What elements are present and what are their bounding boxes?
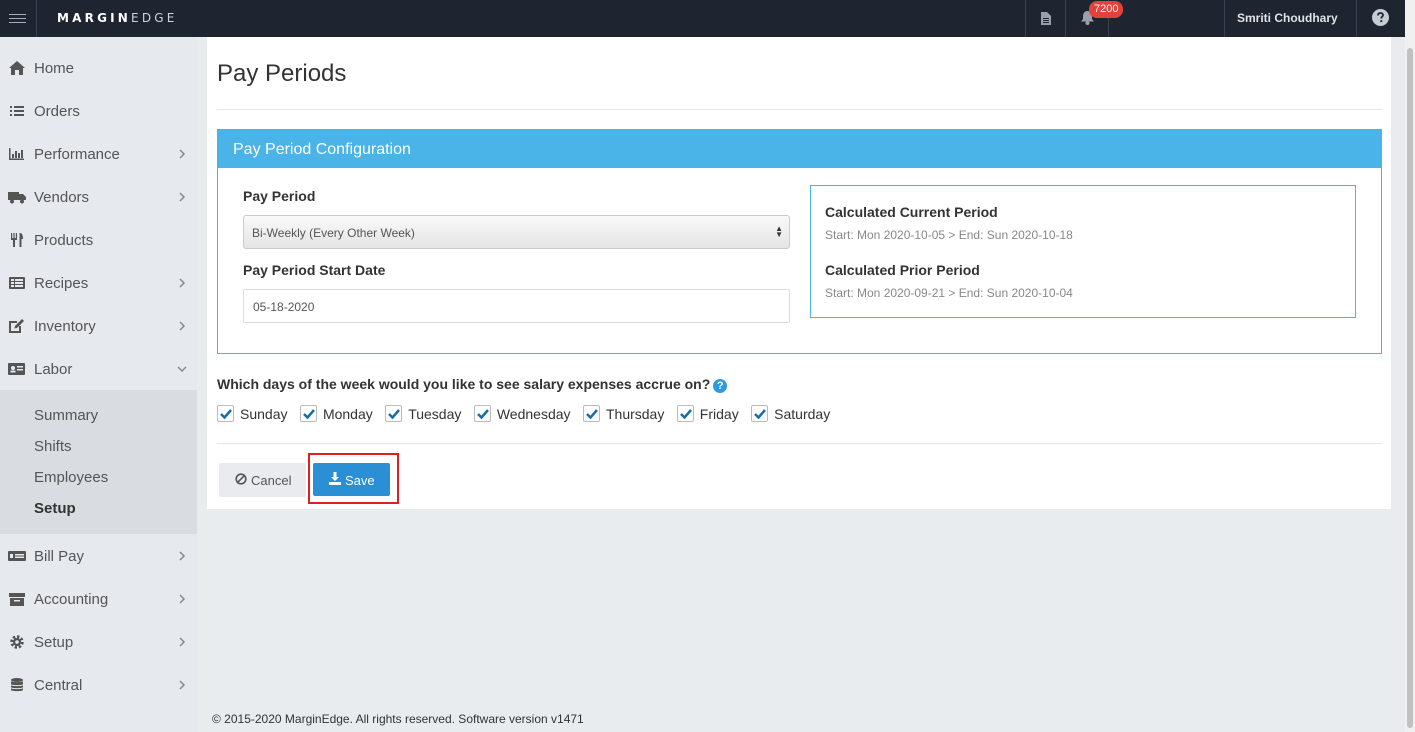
pay-period-select[interactable]: Bi-Weekly (Every Other Week) ▲ ▼ — [243, 215, 790, 249]
day-checkbox-sunday[interactable]: Sunday — [217, 405, 287, 422]
list-icon — [10, 106, 24, 116]
divider — [217, 443, 1382, 444]
sidebar-subitem-summary[interactable]: Summary — [34, 407, 98, 424]
sidebar-item-orders[interactable]: Orders — [0, 90, 197, 133]
archive-icon — [9, 593, 25, 606]
chevron-right-icon — [179, 278, 186, 288]
sidebar-item-setup[interactable]: Setup — [0, 621, 197, 664]
day-checkbox-thursday[interactable]: Thursday — [582, 405, 664, 422]
pay-period-config-panel: Pay Period Configuration Pay Period Bi-W… — [217, 129, 1382, 354]
checkbox-checked-icon[interactable] — [299, 405, 317, 422]
page-scrollbar[interactable] — [1405, 0, 1415, 732]
id-card-icon — [8, 363, 25, 375]
day-checkbox-tuesday[interactable]: Tuesday — [385, 405, 461, 422]
config-panel-title: Pay Period Configuration — [233, 141, 411, 158]
brand-logo[interactable]: MARGINEDGE — [57, 11, 178, 25]
prior-period-range: Start: Mon 2020-09-21 > End: Sun 2020-10… — [825, 286, 1073, 300]
sidebar-item-vendors[interactable]: Vendors — [0, 176, 197, 219]
checkbox-checked-icon[interactable] — [676, 405, 694, 422]
accrual-days-group: Sunday Monday Tuesday Wednesday Thursday… — [217, 405, 838, 425]
money-icon — [8, 551, 26, 561]
sidebar-subitem-employees[interactable]: Employees — [34, 469, 108, 486]
sidebar-item-central[interactable]: Central — [0, 664, 197, 707]
current-period-range: Start: Mon 2020-10-05 > End: Sun 2020-10… — [825, 228, 1073, 242]
cancel-button[interactable]: Cancel — [219, 463, 306, 497]
notification-count-badge: 7200 — [1089, 1, 1124, 18]
day-checkbox-monday[interactable]: Monday — [299, 405, 373, 422]
chevron-right-icon — [179, 594, 186, 604]
checkbox-checked-icon[interactable] — [217, 405, 234, 422]
select-arrows-icon: ▲ ▼ — [775, 224, 783, 239]
recipe-icon — [9, 277, 25, 289]
checkbox-checked-icon[interactable] — [751, 405, 769, 422]
truck-icon — [8, 192, 26, 204]
document-icon — [1041, 12, 1051, 25]
pay-period-label: Pay Period — [243, 188, 316, 204]
chevron-right-icon — [179, 680, 186, 690]
config-panel-header: Pay Period Configuration — [218, 130, 1381, 168]
day-checkbox-saturday[interactable]: Saturday — [751, 405, 830, 422]
calculated-periods-box: Calculated Current Period Start: Mon 202… — [810, 185, 1356, 318]
start-date-label: Pay Period Start Date — [243, 262, 386, 278]
document-button[interactable] — [1025, 0, 1065, 37]
day-checkbox-wednesday[interactable]: Wednesday — [473, 405, 571, 422]
sidebar-subitem-setup[interactable]: Setup — [34, 500, 76, 517]
divider — [217, 109, 1382, 110]
gear-icon — [10, 635, 24, 649]
sidebar-item-recipes[interactable]: Recipes — [0, 262, 197, 305]
chevron-right-icon — [179, 637, 186, 647]
sidebar-item-performance[interactable]: Performance — [0, 133, 197, 176]
checkbox-checked-icon[interactable] — [385, 405, 403, 422]
scrollbar-thumb[interactable] — [1407, 48, 1413, 728]
user-menu[interactable]: Smriti Choudhary — [1224, 0, 1356, 37]
sidebar-item-home[interactable]: Home — [0, 47, 197, 90]
home-icon — [9, 61, 25, 75]
save-highlight-box — [308, 453, 399, 504]
ban-icon — [235, 473, 247, 485]
start-date-input[interactable]: 05-18-2020 — [243, 289, 790, 323]
chevron-right-icon — [179, 192, 186, 202]
help-circle-icon — [1372, 9, 1389, 26]
database-icon — [10, 678, 24, 692]
checkbox-checked-icon[interactable] — [582, 405, 600, 422]
cutlery-icon — [11, 233, 23, 247]
chevron-right-icon — [179, 321, 186, 331]
sidebar-item-products[interactable]: Products — [0, 219, 197, 262]
checkbox-checked-icon[interactable] — [473, 405, 491, 422]
bar-chart-icon — [9, 148, 24, 160]
sidebar-item-labor[interactable]: Labor — [0, 348, 197, 391]
prior-period-title: Calculated Prior Period — [825, 262, 980, 278]
sidebar-item-accounting[interactable]: Accounting — [0, 578, 197, 621]
top-bar: MARGINEDGE Smriti Choudhary — [0, 0, 1405, 37]
accrual-days-question: Which days of the week would you like to… — [217, 376, 728, 393]
labor-submenu: Summary Shifts Employees Setup — [0, 390, 197, 534]
sidebar-item-bill-pay[interactable]: Bill Pay — [0, 535, 197, 578]
help-icon[interactable]: ? — [713, 379, 728, 393]
sidebar-item-inventory[interactable]: Inventory — [0, 305, 197, 348]
current-period-title: Calculated Current Period — [825, 204, 998, 220]
page-title: Pay Periods — [217, 60, 347, 87]
chevron-right-icon — [179, 551, 186, 561]
chevron-right-icon — [179, 149, 186, 159]
sidebar-subitem-shifts[interactable]: Shifts — [34, 438, 72, 455]
help-button[interactable] — [1356, 0, 1405, 37]
footer-copyright: © 2015-2020 MarginEdge. All rights reser… — [212, 712, 584, 726]
hamburger-menu-icon[interactable] — [0, 0, 37, 37]
main-panel: Pay Periods Pay Period Configuration Pay… — [207, 37, 1391, 509]
chevron-down-icon — [177, 366, 187, 373]
day-checkbox-friday[interactable]: Friday — [676, 405, 739, 422]
edit-icon — [9, 319, 24, 333]
sidebar: Home Orders Performance Vendors Products… — [0, 37, 197, 732]
